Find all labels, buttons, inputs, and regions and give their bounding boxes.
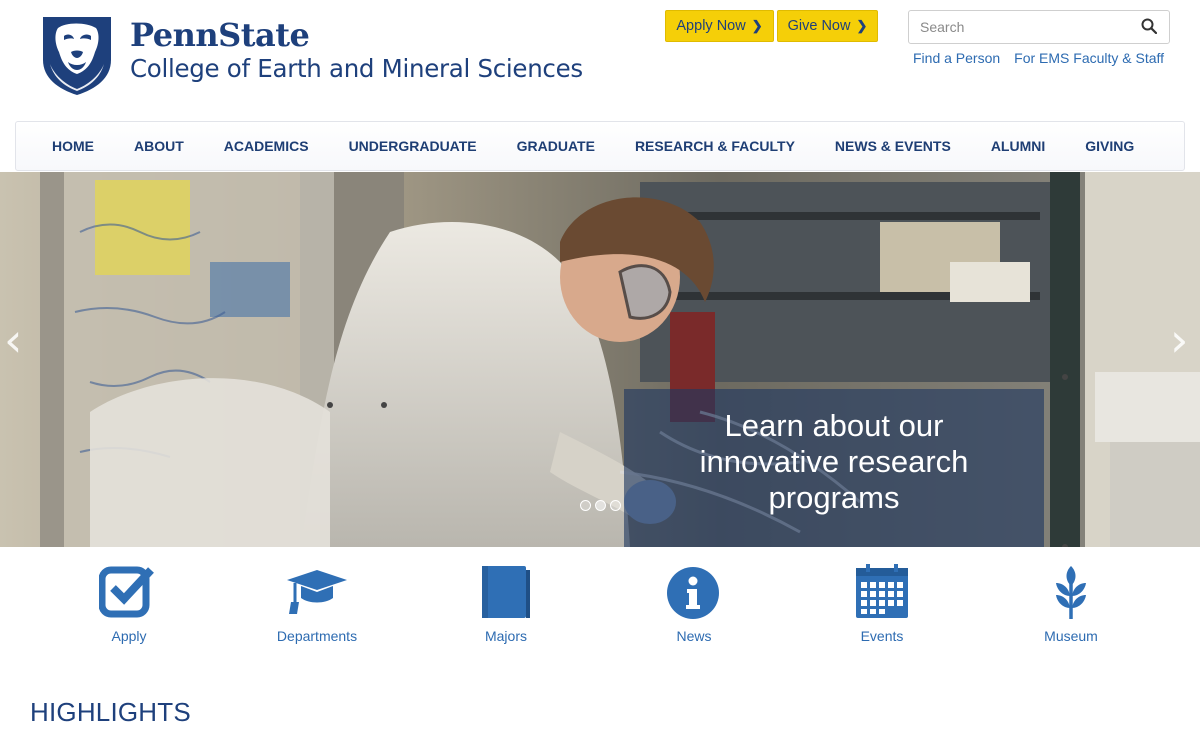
carousel-dot-2[interactable] (595, 500, 606, 511)
college-name: College of Earth and Mineral Sciences (130, 54, 583, 83)
chevron-right-icon: ❯ (856, 18, 868, 33)
wheat-icon (1056, 566, 1086, 619)
utility-links: Find a Person For EMS Faculty & Staff (913, 50, 1164, 66)
calendar-icon (856, 564, 908, 618)
hero-caption-line-1: Learn about our (724, 408, 944, 443)
give-now-button[interactable]: Give Now ❯ (777, 10, 878, 42)
search-input[interactable] (909, 11, 1129, 43)
carousel-indicators (580, 500, 621, 511)
apply-now-label: Apply Now (676, 18, 746, 34)
quick-link-museum[interactable]: Museum (996, 562, 1146, 644)
nav-giving[interactable]: GIVING (1085, 138, 1134, 154)
quick-link-news[interactable]: News (619, 562, 769, 644)
hero-caption-line-2: innovative research (699, 444, 969, 479)
quick-link-label: Events (860, 628, 904, 644)
checkbox-icon (99, 566, 154, 618)
quick-link-label: Majors (484, 628, 527, 644)
nav-undergraduate[interactable]: UNDERGRADUATE (349, 138, 477, 154)
quick-link-departments[interactable]: Departments (242, 562, 392, 644)
find-a-person-link[interactable]: Find a Person (913, 50, 1000, 66)
nittany-lion-shield-icon (43, 17, 111, 95)
carousel-dot-1[interactable] (580, 500, 591, 511)
info-circle-icon (667, 567, 719, 619)
carousel-next-button[interactable]: › (1170, 317, 1188, 363)
quick-link-events[interactable]: Events (807, 562, 957, 644)
quick-link-label: News (676, 628, 712, 644)
quick-link-label: Departments (276, 628, 358, 644)
hero-caption-line-3: programs (768, 480, 900, 515)
graduation-cap-icon (287, 570, 347, 614)
nav-home[interactable]: HOME (52, 138, 94, 154)
nav-news-events[interactable]: NEWS & EVENTS (835, 138, 951, 154)
book-icon (482, 566, 530, 618)
chevron-left-icon: ‹ (4, 313, 23, 367)
search-icon[interactable] (1141, 18, 1157, 34)
quick-links: Apply Departments Majors News Events Mus… (0, 562, 1200, 652)
apply-now-button[interactable]: Apply Now ❯ (665, 10, 774, 42)
main-nav: HOME ABOUT ACADEMICS UNDERGRADUATE GRADU… (15, 121, 1185, 171)
chevron-right-icon: › (1170, 313, 1189, 367)
wordmark: PennState College of Earth and Mineral S… (130, 16, 583, 84)
nav-research-faculty[interactable]: RESEARCH & FACULTY (635, 138, 795, 154)
brand-name: PennState (130, 16, 310, 54)
site-header: PennState College of Earth and Mineral S… (0, 0, 1200, 120)
highlights-heading: HIGHLIGHTS (30, 697, 191, 727)
quick-link-label: Apply (111, 628, 147, 644)
carousel-dot-3[interactable] (610, 500, 621, 511)
nav-graduate[interactable]: GRADUATE (517, 138, 595, 154)
nav-academics[interactable]: ACADEMICS (224, 138, 309, 154)
carousel-prev-button[interactable]: ‹ (4, 317, 22, 363)
search-box (908, 10, 1170, 44)
nav-about[interactable]: ABOUT (134, 138, 184, 154)
give-now-label: Give Now (787, 18, 851, 34)
chevron-right-icon: ❯ (751, 18, 763, 33)
faculty-staff-link[interactable]: For EMS Faculty & Staff (1014, 50, 1164, 66)
quick-link-majors[interactable]: Majors (431, 562, 581, 644)
site-logo[interactable]: PennState College of Earth and Mineral S… (40, 14, 583, 96)
quick-link-label: Museum (1044, 628, 1098, 644)
nav-alumni[interactable]: ALUMNI (991, 138, 1045, 154)
quick-link-apply[interactable]: Apply (54, 562, 204, 644)
hero-caption[interactable]: Learn about our innovative research prog… (624, 408, 1044, 516)
